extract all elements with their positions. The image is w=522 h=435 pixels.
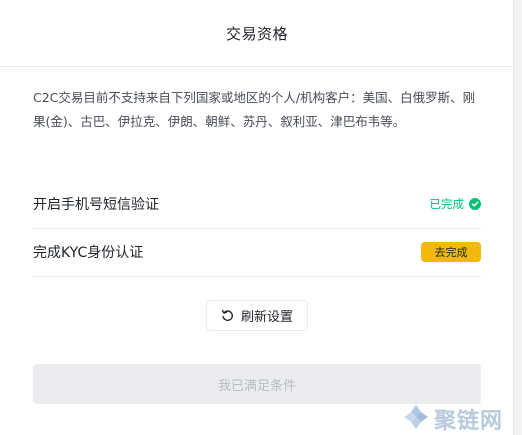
check-circle-icon bbox=[469, 198, 481, 210]
watermark: 聚链网 bbox=[402, 404, 503, 434]
refresh-icon bbox=[221, 309, 235, 323]
dialog-title: 交易资格 bbox=[225, 24, 288, 43]
completed-status: 已完成 bbox=[429, 196, 481, 212]
complete-kyc-button[interactable]: 去完成 bbox=[421, 242, 481, 262]
requirement-label-sms: 开启手机号短信验证 bbox=[33, 197, 159, 213]
requirement-row-kyc: 完成KYC身份认证 去完成 bbox=[33, 228, 481, 277]
trading-eligibility-dialog: 交易资格 C2C交易目前不支持来自下列国家或地区的个人/机构客户：美国、白俄罗斯… bbox=[0, 0, 514, 435]
completed-status-text: 已完成 bbox=[429, 197, 465, 211]
refresh-settings-label: 刷新设置 bbox=[240, 310, 293, 325]
scrollbar[interactable] bbox=[513, 0, 522, 435]
confirm-eligibility-button[interactable]: 我已满足条件 bbox=[33, 364, 481, 404]
requirement-label-kyc: 完成KYC身份认证 bbox=[33, 245, 144, 261]
requirement-row-sms: 开启手机号短信验证 已完成 bbox=[33, 180, 481, 229]
watermark-text: 聚链网 bbox=[434, 408, 504, 434]
refresh-settings-button[interactable]: 刷新设置 bbox=[206, 300, 308, 331]
restriction-notice: C2C交易目前不支持来自下列国家或地区的个人/机构客户：美国、白俄罗斯、刚果(金… bbox=[33, 90, 476, 129]
dialog-header: 交易资格 bbox=[0, 0, 514, 67]
logo-icon bbox=[402, 403, 430, 435]
